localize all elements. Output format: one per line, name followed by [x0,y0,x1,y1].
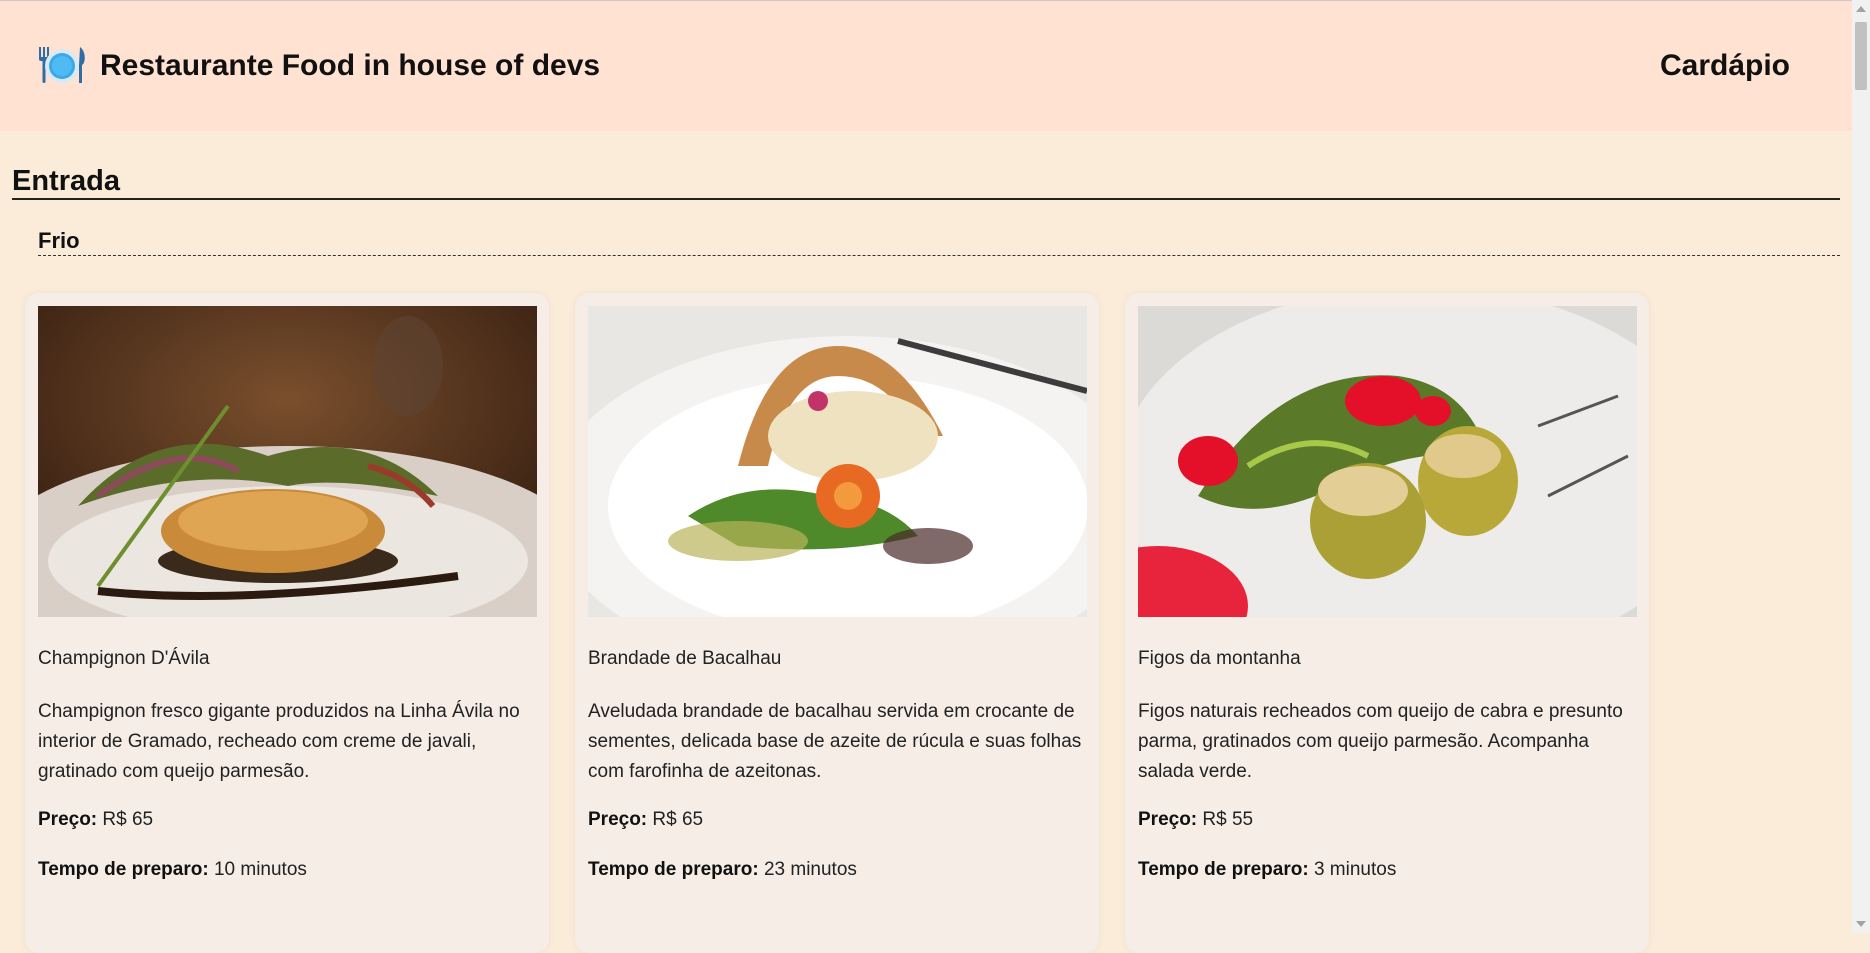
cod-brandade-photo [588,306,1087,617]
dish-price: Preço: R$ 55 [1138,809,1253,831]
price-value: R$ 65 [102,809,154,830]
dish-description: Champignon fresco gigante produzidos na … [38,701,520,782]
scroll-down-arrow-icon[interactable] [1856,921,1866,927]
stuffed-mushroom-photo [38,306,537,617]
dish-name: Champignon D'Ávila [38,648,210,669]
dish-name: Brandade de Bacalhau [588,648,782,669]
section-divider [12,198,1840,200]
vertical-scrollbar[interactable] [1852,0,1870,933]
dish-description: Aveludada brandade de bacalhau servida e… [588,701,1082,782]
price-value: R$ 55 [1202,809,1254,830]
scrollbar-thumb[interactable] [1855,22,1867,90]
dish-price: Preço: R$ 65 [38,809,153,831]
price-label: Preço: [38,809,98,830]
prep-time-label: Tempo de preparo: [588,859,759,880]
price-label: Preço: [1138,809,1198,830]
prep-time-label: Tempo de preparo: [1138,859,1309,880]
dish-prep-time: Tempo de preparo: 10 minutos [38,859,307,881]
subsection-title: Frio [38,228,80,253]
section-title: Entrada [12,165,120,197]
prep-time-value: 23 minutos [763,859,857,880]
price-label: Preço: [588,809,648,830]
plate-with-cutlery-icon [36,45,90,85]
prep-time-value: 10 minutos [213,859,307,880]
dish-name: Figos da montanha [1138,648,1301,669]
restaurant-title: Restaurante Food in house of devs [100,49,601,82]
prep-time-label: Tempo de preparo: [38,859,209,880]
price-value: R$ 65 [652,809,704,830]
dish-prep-time: Tempo de preparo: 3 minutos [1138,859,1396,881]
dish-card[interactable]: Champignon D'Ávila Champignon fresco gig… [25,293,549,953]
stuffed-figs-photo [1138,306,1637,617]
dish-description: Figos naturais recheados com queijo de c… [1138,701,1623,782]
subsection-divider [38,255,1840,256]
dish-prep-time: Tempo de preparo: 23 minutos [588,859,857,881]
site-header: Restaurante Food in house of devs Cardáp… [0,1,1852,131]
prep-time-value: 3 minutos [1313,859,1397,880]
menu-link[interactable]: Cardápio [1660,48,1790,84]
dish-price: Preço: R$ 65 [588,809,703,831]
dish-card[interactable]: Brandade de Bacalhau Aveludada brandade … [575,293,1099,953]
scroll-up-arrow-icon[interactable] [1856,6,1866,12]
dish-card[interactable]: Figos da montanha Figos naturais rechead… [1125,293,1649,953]
